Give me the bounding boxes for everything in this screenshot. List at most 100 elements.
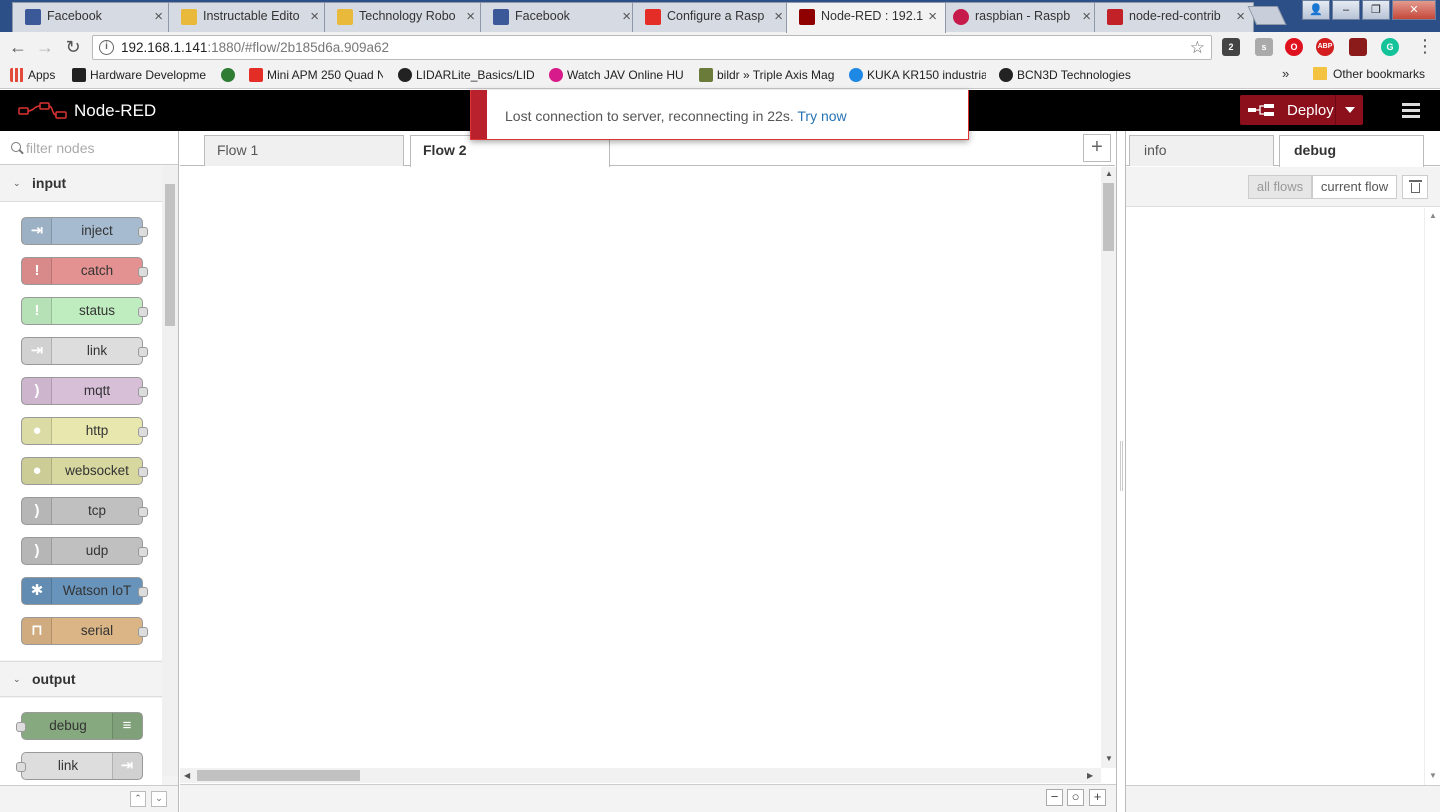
close-tab-icon[interactable]: ×: [154, 3, 163, 30]
forward-icon[interactable]: →: [34, 36, 56, 58]
scroll-left-arrow-icon[interactable]: ◀: [184, 771, 190, 780]
palette-node-websocket[interactable]: ● websocket: [21, 457, 148, 485]
scroll-down-arrow-icon[interactable]: ▼: [1105, 754, 1113, 763]
bookmark-favicon-icon: [549, 68, 563, 82]
extension-badge-icon[interactable]: 2: [1222, 38, 1240, 56]
bookmark-green[interactable]: [221, 67, 241, 85]
browser-tab-facebook[interactable]: Facebook ×: [12, 2, 172, 32]
bookmark-mini-apm[interactable]: Mini APM 250 Quad N: [249, 67, 383, 85]
browser-tab-technology[interactable]: Technology Robo ×: [324, 2, 484, 32]
filter-all-flows-button[interactable]: all flows: [1248, 175, 1312, 199]
sidebar-splitter[interactable]: [1116, 131, 1126, 812]
deploy-button[interactable]: Deploy: [1240, 95, 1363, 125]
zoom-reset-button[interactable]: ○: [1067, 789, 1084, 806]
adblock-extension-icon[interactable]: ABP: [1316, 38, 1334, 56]
notification-text: Lost connection to server, reconnecting …: [505, 108, 847, 124]
opera-extension-icon[interactable]: O: [1285, 38, 1303, 56]
browser-tab-youtube[interactable]: Configure a Rasp ×: [632, 2, 792, 32]
main-menu-icon[interactable]: [1402, 103, 1420, 118]
clear-debug-button[interactable]: [1402, 175, 1428, 199]
zoom-out-button[interactable]: −: [1046, 789, 1063, 806]
browser-tab-npm[interactable]: node-red-contrib ×: [1094, 2, 1254, 32]
canvas-vertical-scrollbar[interactable]: ▲ ▼: [1101, 167, 1116, 768]
canvas-vertical-thumb[interactable]: [1103, 183, 1114, 251]
palette-category-output[interactable]: ⌄ output: [0, 661, 162, 697]
tab-label: Flow 1: [217, 142, 259, 158]
splitter-grip[interactable]: [1120, 441, 1123, 491]
filter-current-flow-button[interactable]: current flow: [1312, 175, 1397, 199]
palette-category-input[interactable]: ⌄ input: [0, 166, 162, 202]
bookmark-jav[interactable]: Watch JAV Online HU: [549, 67, 685, 85]
close-tab-icon[interactable]: ×: [1236, 3, 1245, 30]
try-now-link[interactable]: Try now: [797, 108, 846, 124]
close-tab-icon[interactable]: ×: [1082, 3, 1091, 30]
bookmarks-overflow-icon[interactable]: »: [1282, 66, 1289, 81]
palette-filter[interactable]: filter nodes: [0, 131, 178, 165]
reload-icon[interactable]: ↻: [62, 36, 84, 58]
collapse-all-icon[interactable]: ⌃: [130, 791, 146, 807]
site-info-icon[interactable]: i: [99, 40, 114, 55]
other-bookmarks[interactable]: Other bookmarks: [1333, 67, 1425, 81]
palette-scrollbar-thumb[interactable]: [165, 184, 175, 326]
palette-node-http[interactable]: ● http: [21, 417, 148, 445]
window-close-icon[interactable]: ✕: [1392, 0, 1436, 20]
browser-tab-raspbian[interactable]: raspbian - Raspb ×: [940, 2, 1100, 32]
palette-node-link-out[interactable]: link ⇥: [16, 752, 143, 780]
bookmark-star-icon[interactable]: ☆: [1190, 36, 1205, 59]
back-icon[interactable]: ←: [7, 36, 29, 58]
deploy-menu-caret-icon[interactable]: [1345, 107, 1355, 113]
close-tab-icon[interactable]: ×: [622, 3, 631, 30]
scroll-up-arrow-icon[interactable]: ▲: [1429, 211, 1437, 220]
palette-scrollbar[interactable]: [162, 166, 178, 776]
expand-all-icon[interactable]: ⌄: [151, 791, 167, 807]
extension-s-icon[interactable]: s: [1255, 38, 1273, 56]
scroll-down-arrow-icon[interactable]: ▼: [1429, 771, 1437, 780]
grammarly-extension-icon[interactable]: G: [1381, 38, 1399, 56]
debug-messages-scrollbar[interactable]: ▲ ▼: [1424, 208, 1439, 785]
browser-tab-instructables[interactable]: Instructable Edito ×: [168, 2, 328, 32]
palette-node-link-in[interactable]: ⇥ link: [21, 337, 148, 365]
add-flow-button[interactable]: +: [1083, 134, 1111, 162]
tab-info[interactable]: info: [1129, 135, 1274, 166]
node-label: catch: [80, 263, 114, 278]
node-label: udp: [85, 543, 109, 558]
canvas-horizontal-thumb[interactable]: [197, 770, 360, 781]
palette-node-tcp[interactable]: ) tcp: [21, 497, 148, 525]
node-label: link: [57, 758, 79, 773]
scroll-up-arrow-icon[interactable]: ▲: [1105, 169, 1113, 178]
close-tab-icon[interactable]: ×: [928, 3, 937, 30]
bookmark-hardware[interactable]: Hardware Developme: [72, 67, 206, 85]
filter-nodes-input[interactable]: filter nodes: [26, 140, 94, 156]
palette-node-status[interactable]: ! status: [21, 297, 148, 325]
palette-node-mqtt[interactable]: ) mqtt: [21, 377, 148, 405]
tab-flow-1[interactable]: Flow 1: [204, 135, 404, 166]
bookmark-apps[interactable]: Apps: [10, 67, 70, 85]
close-tab-icon[interactable]: ×: [310, 3, 319, 30]
zoom-in-button[interactable]: +: [1089, 789, 1106, 806]
palette-node-udp[interactable]: ) udp: [21, 537, 148, 565]
tab-debug[interactable]: debug: [1279, 135, 1424, 167]
bookmark-lidarlite[interactable]: LIDARLite_Basics/LIDA: [398, 67, 534, 85]
scroll-right-arrow-icon[interactable]: ▶: [1087, 771, 1093, 780]
palette-node-debug[interactable]: debug ≡: [16, 712, 143, 740]
palette-node-inject[interactable]: ⇥ inject: [21, 217, 148, 245]
palette-node-serial[interactable]: ⊓ serial: [21, 617, 148, 645]
user-icon[interactable]: 👤: [1302, 0, 1330, 20]
bookmark-bildr[interactable]: bildr » Triple Axis Mag: [699, 67, 836, 85]
close-tab-icon[interactable]: ×: [774, 3, 783, 30]
browser-tab-node-red[interactable]: Node-RED : 192.1 ×: [786, 2, 946, 33]
url-bar[interactable]: i 192.168.1.141:1880/#flow/2b185d6a.909a…: [92, 35, 1212, 60]
extension-red-icon[interactable]: [1349, 38, 1367, 56]
maximize-icon[interactable]: ❐: [1362, 0, 1390, 20]
palette-node-watson-iot[interactable]: ✱ Watson IoT: [21, 577, 148, 605]
minimize-icon[interactable]: –: [1332, 0, 1360, 20]
browser-tab-facebook-2[interactable]: Facebook ×: [480, 2, 640, 32]
flow-canvas[interactable]: [180, 167, 1101, 768]
trash-lid: [1409, 180, 1422, 182]
canvas-horizontal-scrollbar[interactable]: ◀ ▶: [180, 768, 1101, 783]
bookmark-bcn3d[interactable]: BCN3D Technologies: [999, 67, 1135, 85]
browser-menu-icon[interactable]: ⋮: [1416, 37, 1434, 55]
palette-node-catch[interactable]: ! catch: [21, 257, 148, 285]
bookmark-kuka[interactable]: KUKA KR150 industria: [849, 67, 986, 85]
close-tab-icon[interactable]: ×: [466, 3, 475, 30]
